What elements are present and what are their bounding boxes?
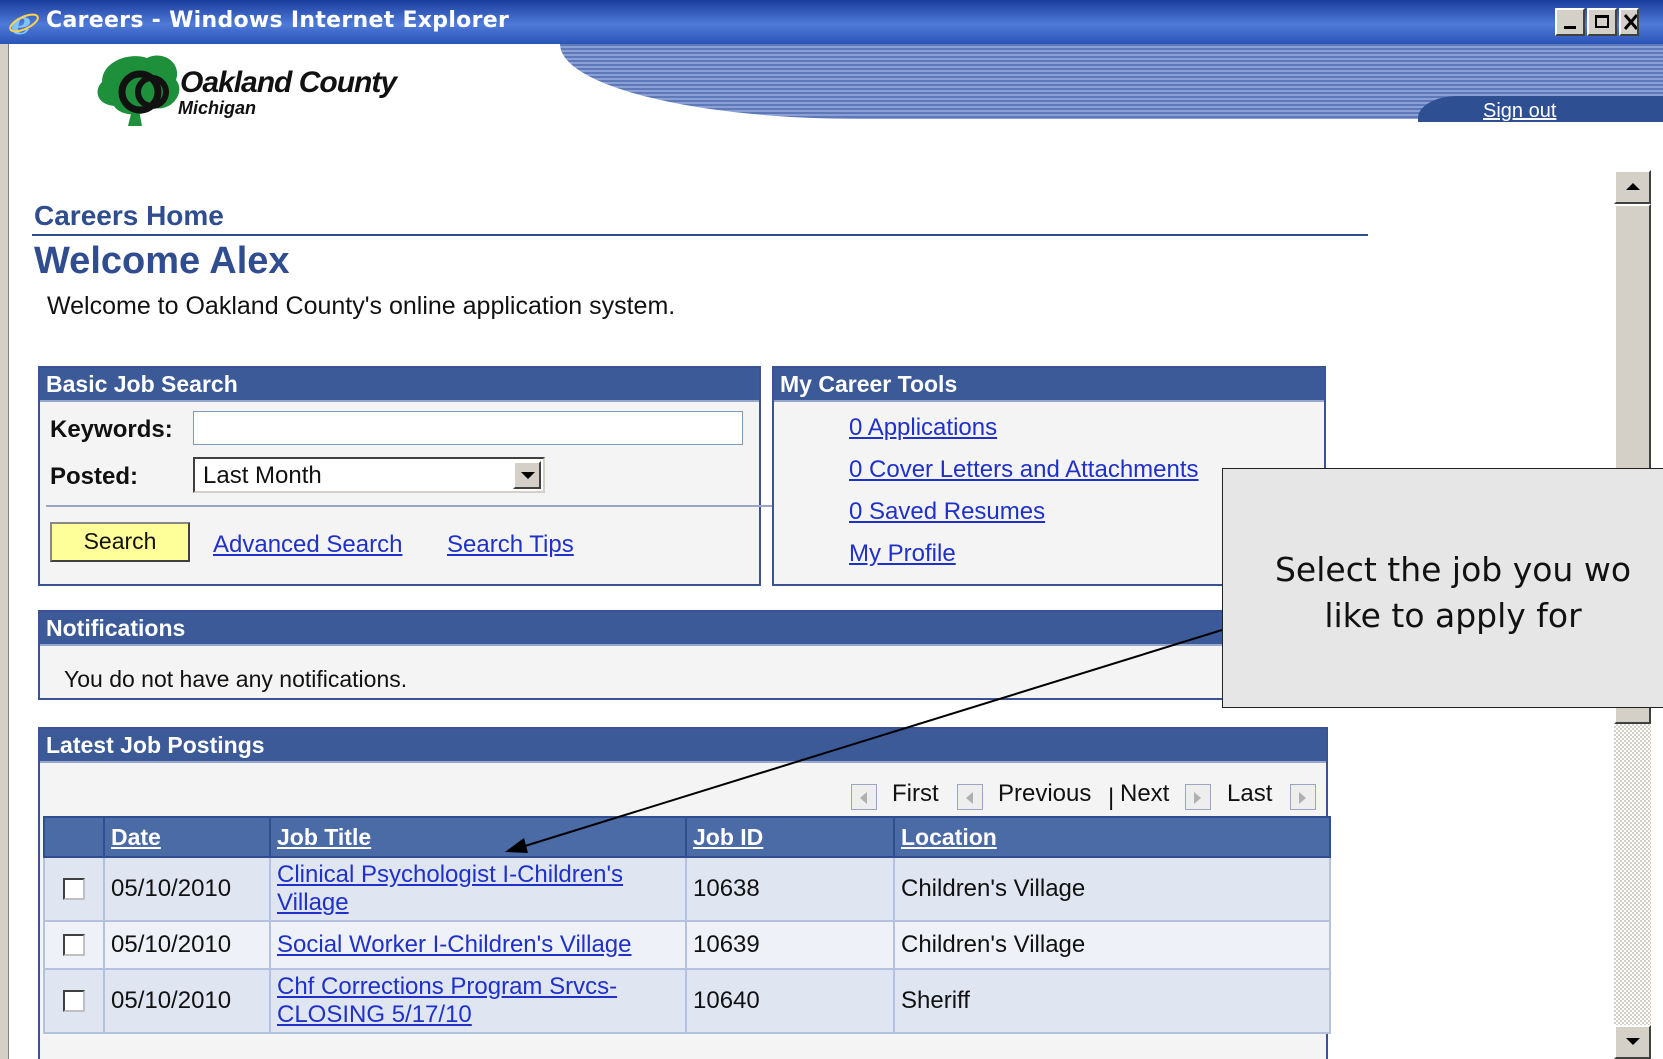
pager-previous: Previous — [998, 780, 1092, 807]
job-title-column-header[interactable]: Job Title — [269, 816, 687, 858]
callout-line-2: like to apply for — [1324, 596, 1582, 635]
cover-letters-link[interactable]: 0 Cover Letters and Attachments — [849, 456, 1199, 484]
career-tools-heading: My Career Tools — [774, 368, 1324, 402]
date-column-header[interactable]: Date — [103, 816, 271, 858]
sign-out-link[interactable]: Sign out — [1483, 100, 1556, 123]
first-page-icon — [851, 784, 877, 810]
job-title-cell: Social Worker I-Children's Village — [269, 920, 687, 970]
row-checkbox[interactable] — [63, 990, 85, 1012]
row-checkbox[interactable] — [63, 878, 85, 900]
date-cell: 05/10/2010 — [103, 968, 271, 1034]
row-select-cell — [43, 968, 105, 1034]
welcome-message: Welcome to Oakland County's online appli… — [47, 292, 676, 320]
basic-job-search-panel: Basic Job Search Keywords: Posted: Last … — [38, 366, 774, 586]
pager-last: Last — [1227, 780, 1273, 807]
scroll-up-icon[interactable] — [1614, 170, 1651, 204]
select-column-header — [43, 816, 105, 858]
table-row: 05/10/2010 Chf Corrections Program Srvcs… — [43, 968, 1331, 1034]
location-cell: Sheriff — [893, 968, 1331, 1034]
notifications-panel: Notifications You do not have any notifi… — [38, 610, 1326, 700]
window-title-bar[interactable]: e Careers - Windows Internet Explorer — [0, 0, 1663, 44]
job-id-cell: 10638 — [685, 856, 895, 922]
location-column-header[interactable]: Location — [893, 816, 1331, 858]
callout-line-1: Select the job you wo — [1274, 550, 1632, 589]
window-frame-left — [0, 44, 9, 1059]
date-cell: 05/10/2010 — [103, 920, 271, 970]
location-sort-link[interactable]: Location — [901, 824, 997, 850]
location-cell: Children's Village — [893, 856, 1331, 922]
job-title-link[interactable]: Social Worker I-Children's Village — [277, 931, 632, 958]
saved-resumes-link[interactable]: 0 Saved Resumes — [849, 498, 1045, 526]
scroll-down-icon[interactable] — [1614, 1025, 1651, 1059]
notifications-message: You do not have any notifications. — [64, 666, 408, 692]
row-select-cell — [43, 856, 105, 922]
job-title-cell: Chf Corrections Program Srvcs-CLOSING 5/… — [269, 968, 687, 1034]
window-controls — [1555, 8, 1639, 38]
basic-job-search-heading: Basic Job Search — [40, 368, 759, 402]
job-postings-table: Date Job Title Job ID Location 05/10/201… — [43, 816, 1331, 1034]
next-page-icon — [1185, 784, 1211, 810]
table-row: 05/10/2010 Clinical Psychologist I-Child… — [43, 856, 1331, 922]
date-cell: 05/10/2010 — [103, 856, 271, 922]
posted-select[interactable]: Last Month — [193, 457, 545, 493]
search-divider — [46, 505, 774, 507]
table-header-row: Date Job Title Job ID Location — [43, 816, 1331, 858]
job-postings-heading: Latest Job Postings — [40, 729, 1326, 763]
heading-divider — [32, 234, 1368, 236]
window-title: Careers - Windows Internet Explorer — [46, 8, 510, 33]
location-cell: Children's Village — [893, 920, 1331, 970]
pager-separator: | — [1108, 784, 1115, 811]
job-id-column-header[interactable]: Job ID — [685, 816, 895, 858]
instruction-callout: Select the job you wo like to apply for — [1222, 468, 1663, 708]
job-title-cell: Clinical Psychologist I-Children's Villa… — [269, 856, 687, 922]
my-profile-link[interactable]: My Profile — [849, 540, 956, 568]
job-id-cell: 10639 — [685, 920, 895, 970]
job-title-link[interactable]: Clinical Psychologist I-Children's Villa… — [277, 861, 623, 916]
job-title-sort-link[interactable]: Job Title — [277, 824, 371, 850]
last-page-icon — [1290, 784, 1316, 810]
table-row: 05/10/2010 Social Worker I-Children's Vi… — [43, 920, 1331, 970]
date-sort-link[interactable]: Date — [111, 824, 161, 850]
minimize-icon[interactable] — [1555, 8, 1585, 36]
logo-title: Oakland County — [180, 66, 397, 99]
keywords-label: Keywords: — [50, 416, 173, 443]
row-select-cell — [43, 920, 105, 970]
job-title-link[interactable]: Chf Corrections Program Srvcs-CLOSING 5/… — [277, 973, 617, 1028]
posted-label: Posted: — [50, 463, 139, 490]
maximize-icon[interactable] — [1587, 8, 1617, 36]
page-title: Welcome Alex — [34, 240, 290, 282]
ie-logo-icon: e — [9, 6, 39, 38]
pager-first: First — [892, 780, 939, 807]
search-tips-link[interactable]: Search Tips — [447, 531, 574, 559]
keywords-input[interactable] — [193, 411, 743, 445]
search-button[interactable]: Search — [50, 522, 190, 562]
page-breadcrumb: Careers Home — [34, 200, 224, 231]
applications-link[interactable]: 0 Applications — [849, 414, 997, 442]
posted-select-value: Last Month — [203, 462, 322, 489]
job-id-cell: 10640 — [685, 968, 895, 1034]
dropdown-arrow-icon[interactable] — [513, 461, 541, 489]
logo-subtitle: Michigan — [178, 98, 257, 118]
advanced-search-link[interactable]: Advanced Search — [213, 531, 402, 559]
notifications-heading: Notifications — [40, 612, 1324, 646]
job-id-sort-link[interactable]: Job ID — [693, 824, 763, 850]
pager-next: Next — [1120, 780, 1170, 807]
row-checkbox[interactable] — [63, 934, 85, 956]
callout-text: Select the job you wo like to apply for — [1223, 547, 1663, 639]
previous-page-icon — [957, 784, 983, 810]
close-icon[interactable] — [1619, 8, 1639, 36]
